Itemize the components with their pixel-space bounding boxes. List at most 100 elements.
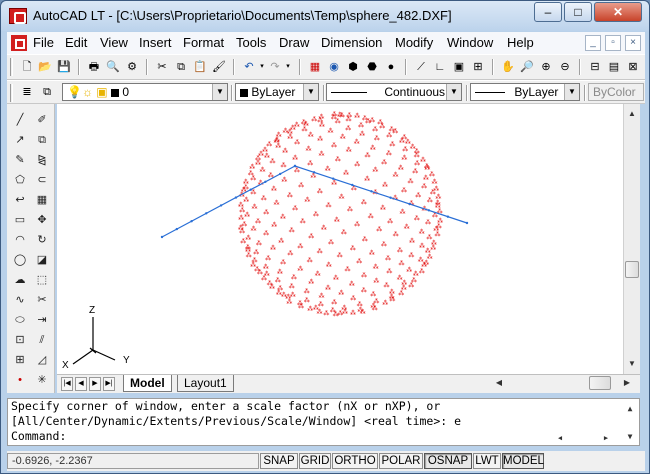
- move-icon[interactable]: ✥: [34, 212, 50, 228]
- scroll-left-button[interactable]: ◀: [491, 375, 507, 391]
- menu-insert[interactable]: Insert: [139, 35, 172, 50]
- prev-tab-button[interactable]: ◀: [75, 377, 87, 391]
- line-icon[interactable]: ╱: [12, 112, 28, 128]
- snap-toggle[interactable]: SNAP: [260, 453, 298, 469]
- new-icon[interactable]: 🗋: [19, 59, 35, 75]
- copy-object-icon[interactable]: ⧉: [34, 132, 50, 148]
- chamfer-icon[interactable]: ◿: [34, 352, 50, 368]
- menu-edit[interactable]: Edit: [65, 35, 87, 50]
- properties-icon[interactable]: ◉: [326, 59, 342, 75]
- match-properties-icon[interactable]: 🖌: [211, 59, 227, 75]
- plot-preview-icon[interactable]: 🔍: [105, 59, 121, 75]
- maximize-button[interactable]: □: [564, 2, 592, 22]
- horizontal-scrollbar[interactable]: ◀ ▶: [487, 375, 639, 392]
- document-icon[interactable]: [11, 35, 27, 51]
- design-center-icon[interactable]: ▦: [307, 59, 323, 75]
- save-icon[interactable]: 💾: [56, 59, 72, 75]
- next-tab-button[interactable]: ▶: [89, 377, 101, 391]
- command-prompt[interactable]: Command:: [11, 429, 639, 444]
- spline-icon[interactable]: ∿: [12, 292, 28, 308]
- table-icon[interactable]: ⊟: [587, 59, 603, 75]
- layer-previous-icon[interactable]: ⧉: [39, 84, 55, 100]
- grid-toggle[interactable]: GRID: [299, 453, 331, 469]
- markup-icon[interactable]: ●: [383, 59, 399, 75]
- rectangle-icon[interactable]: ▭: [12, 212, 28, 228]
- block-icon[interactable]: ⊞: [470, 59, 486, 75]
- cmd-scroll-up-button[interactable]: ▲: [622, 401, 638, 417]
- drawing-area[interactable]: ⁂ ⁂ ⁂ ⁂ ⁂ ⁂ ⁂ ⁂ ⁂ ⁂ ⁂ ⁂ ⁂ ⁂ ⁂ ⁂ ⁂ ⁂ ⁂ ⁂ ⁂ ⁂ ⁂ ⁂ ⁂ ⁂ ⁂ ⁂ ⁂ ⁂ ⁂ ⁂ ⁂ ⁂ ⁂ ⁂ ⁂ ⁂ ⁂ ⁂…: [57, 104, 623, 374]
- layer-combo[interactable]: 💡☼ ▣ 0 ▼: [62, 83, 228, 101]
- doc-close-button[interactable]: ×: [625, 35, 641, 51]
- tool-palettes-icon[interactable]: ⬢: [345, 59, 361, 75]
- command-window[interactable]: Specify corner of window, enter a scale …: [7, 398, 640, 446]
- first-tab-button[interactable]: |◀: [61, 377, 73, 391]
- polyline-icon[interactable]: ✎: [12, 152, 28, 168]
- zoom-previous-icon[interactable]: ⊖: [557, 59, 573, 75]
- menu-modify[interactable]: Modify: [395, 35, 433, 50]
- lwt-toggle[interactable]: LWT: [473, 453, 501, 469]
- make-block-icon[interactable]: ⊞: [12, 352, 28, 368]
- menu-file[interactable]: File: [33, 35, 54, 50]
- toolbar-grip[interactable]: [10, 58, 13, 76]
- chevron-down-icon[interactable]: ▼: [212, 84, 227, 100]
- point-icon[interactable]: •: [12, 372, 28, 388]
- last-tab-button[interactable]: ▶|: [103, 377, 115, 391]
- vertical-scroll-thumb[interactable]: [625, 261, 639, 278]
- menu-dimension[interactable]: Dimension: [321, 35, 382, 50]
- aerial-view-icon[interactable]: ▣: [451, 59, 467, 75]
- chevron-down-icon[interactable]: ▼: [564, 84, 579, 100]
- doc-minimize-button[interactable]: _: [585, 35, 601, 51]
- close-button[interactable]: ✕: [594, 2, 642, 22]
- mirror-icon[interactable]: ⧎: [34, 152, 50, 168]
- break-icon[interactable]: ⫽: [34, 332, 50, 348]
- cmd-scroll-left-button[interactable]: ◀: [552, 430, 568, 446]
- dbconnect-icon[interactable]: ⊠: [625, 59, 641, 75]
- doc-restore-button[interactable]: ▫: [605, 35, 621, 51]
- distance-icon[interactable]: ⟋: [413, 59, 429, 75]
- rotate-icon[interactable]: ↻: [34, 232, 50, 248]
- model-toggle[interactable]: MODEL: [502, 453, 544, 469]
- zoom-realtime-icon[interactable]: 🔎: [519, 59, 535, 75]
- linetype-combo[interactable]: Continuous ▼: [326, 83, 462, 101]
- open-icon[interactable]: 📂: [37, 59, 53, 75]
- polygon-icon[interactable]: ⬠: [12, 172, 28, 188]
- locate-point-icon[interactable]: ∟: [432, 59, 448, 75]
- menu-view[interactable]: View: [100, 35, 128, 50]
- autocad-app-icon[interactable]: [9, 8, 27, 24]
- scroll-up-button[interactable]: ▲: [624, 106, 640, 122]
- circle-icon[interactable]: ◯: [12, 252, 28, 268]
- menu-draw[interactable]: Draw: [279, 35, 309, 50]
- menu-format[interactable]: Format: [183, 35, 224, 50]
- publish-icon[interactable]: ⚙: [124, 59, 140, 75]
- minimize-button[interactable]: –: [534, 2, 562, 22]
- horizontal-scroll-thumb[interactable]: [589, 376, 611, 390]
- osnap-toggle[interactable]: OSNAP: [424, 453, 472, 469]
- scroll-right-button[interactable]: ▶: [619, 375, 635, 391]
- offset-icon[interactable]: ⊂: [34, 172, 50, 188]
- calculator-icon[interactable]: ▤: [606, 59, 622, 75]
- vertical-scrollbar[interactable]: ▲ ▼: [623, 104, 640, 374]
- redo-dropdown-icon[interactable]: ▾: [280, 59, 296, 75]
- copy-icon[interactable]: ⧉: [173, 59, 189, 75]
- arc-icon[interactable]: ◠: [12, 232, 28, 248]
- chevron-down-icon[interactable]: ▼: [303, 84, 318, 100]
- construction-line-icon[interactable]: ↗: [12, 132, 28, 148]
- lineweight-combo[interactable]: ByLayer ▼: [470, 83, 580, 101]
- chevron-down-icon[interactable]: ▼: [446, 84, 461, 100]
- layer-properties-icon[interactable]: ≣: [19, 84, 35, 100]
- tab-model[interactable]: Model: [123, 375, 172, 392]
- polygon2-icon[interactable]: ↩: [12, 192, 28, 208]
- explode-icon[interactable]: ✳: [34, 372, 50, 388]
- array-icon[interactable]: ▦: [34, 192, 50, 208]
- zoom-window-icon[interactable]: ⊕: [538, 59, 554, 75]
- menu-help[interactable]: Help: [507, 35, 534, 50]
- trim-icon[interactable]: ✂: [34, 292, 50, 308]
- cmd-scroll-down-button[interactable]: ▼: [622, 429, 638, 445]
- scroll-down-button[interactable]: ▼: [624, 356, 640, 372]
- menu-tools[interactable]: Tools: [236, 35, 266, 50]
- cmd-scroll-right-button[interactable]: ▶: [598, 430, 614, 446]
- cut-icon[interactable]: ✂: [154, 59, 170, 75]
- toolbar-grip[interactable]: [10, 84, 13, 102]
- pan-icon[interactable]: ✋: [500, 59, 516, 75]
- coordinate-display[interactable]: -0.6926, -2.2367: [7, 453, 259, 469]
